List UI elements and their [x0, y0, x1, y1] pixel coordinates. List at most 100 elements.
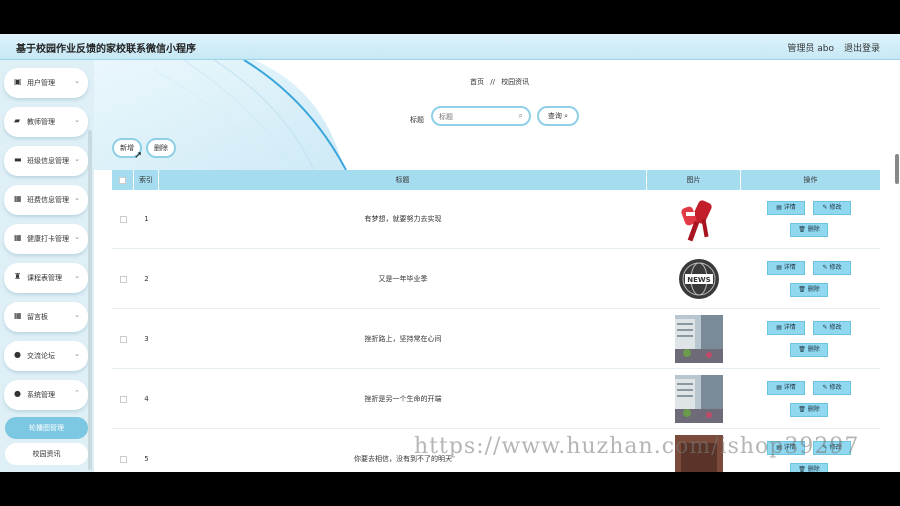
sidebar-item-fees[interactable]: ▦ 班费信息管理 ⌄ — [4, 185, 88, 215]
row-index: 1 — [144, 215, 149, 223]
row-checkbox[interactable] — [112, 190, 134, 249]
detail-button[interactable]: ▤ 详情 — [767, 261, 805, 275]
teacher-icon: ▰ — [14, 116, 21, 125]
chevron-down-icon: ⌃ — [74, 389, 80, 397]
edit-button[interactable]: ✎ 修改 — [813, 381, 851, 395]
sidebar-item-label: 系统管理 — [27, 391, 55, 399]
edit-label: 修改 — [829, 204, 842, 211]
sidebar-subitem-news[interactable]: 校园资讯 — [5, 443, 88, 465]
trash-icon: 🗑 — [798, 226, 806, 233]
person-icon: ● — [14, 389, 21, 398]
detail-button[interactable]: ▤ 详情 — [767, 321, 805, 335]
detail-button[interactable]: ▤ 详情 — [767, 201, 805, 215]
row-checkbox[interactable] — [112, 310, 134, 369]
row-checkbox[interactable] — [112, 370, 134, 429]
svg-text:NEWS: NEWS — [687, 276, 710, 284]
edit-button[interactable]: ✎ 修改 — [813, 201, 851, 215]
delete-button[interactable]: 🗑 删除 — [790, 403, 828, 417]
delete-label: 删除 — [807, 406, 820, 413]
breadcrumb-separator: // — [490, 78, 495, 86]
trash-icon: 🗑 — [798, 346, 806, 353]
delete-button[interactable]: 🗑 删除 — [790, 283, 828, 297]
chevron-down-icon: ⌄ — [74, 116, 80, 124]
sidebar-item-system[interactable]: ● 系统管理 ⌃ — [4, 380, 88, 410]
sidebar-item-forum[interactable]: ● 交流论坛 ⌄ — [4, 341, 88, 371]
column-header-index: 索引 — [134, 170, 159, 190]
document-icon: ▤ — [776, 204, 782, 211]
app-window: 基于校园作业反馈的家校联系微信小程序 管理员 abo 退出登录 ▣ 用户管理 ⌄… — [0, 34, 900, 472]
row-checkbox[interactable] — [112, 430, 134, 472]
breadcrumb-current: 校园资讯 — [501, 78, 530, 86]
edit-button[interactable]: ✎ 修改 — [813, 321, 851, 335]
detail-label: 详情 — [783, 324, 796, 331]
sidebar-item-users[interactable]: ▣ 用户管理 ⌄ — [4, 68, 88, 98]
document-icon: ▤ — [776, 324, 782, 331]
search-field[interactable]: ⌕ — [431, 106, 531, 126]
campus-building-image — [675, 315, 723, 363]
chevron-down-icon: ⌄ — [74, 272, 80, 280]
column-header-image: 图片 — [647, 170, 741, 190]
delete-button[interactable]: 🗑 删除 — [790, 463, 828, 472]
edit-button[interactable]: ✎ 修改 — [813, 261, 851, 275]
pencil-icon: ✎ — [822, 204, 828, 211]
column-header-title: 标题 — [159, 170, 647, 190]
query-button[interactable]: 查询 ⌕ — [537, 106, 579, 126]
delete-label: 删除 — [807, 466, 820, 472]
sidebar: ▣ 用户管理 ⌄ ▰ 教师管理 ⌄ ▬ 班级信息管理 ⌄ ▦ 班费信息管理 ⌄ … — [0, 60, 94, 472]
sidebar-item-label: 班费信息管理 — [27, 196, 69, 204]
chevron-down-icon: ⌄ — [74, 311, 80, 319]
row-checkbox[interactable] — [112, 250, 134, 309]
campus-building-image — [675, 375, 723, 423]
delete-label: 删除 — [807, 226, 820, 233]
detail-label: 详情 — [783, 204, 796, 211]
table-row: 3 挫折路上，坚持常在心间 ▤ 详情 ✎ 修改 🗑 删除 — [112, 310, 880, 369]
app-title: 基于校园作业反馈的家校联系微信小程序 — [16, 44, 196, 55]
sidebar-subitem-carousel[interactable]: 轮播图管理 — [5, 417, 88, 439]
trash-icon: 🗑 — [798, 286, 806, 293]
watermark-text: https://www.huzhan.com/ishop39297 — [414, 434, 860, 459]
sidebar-item-schedule[interactable]: ♜ 课程表管理 ⌄ — [4, 263, 88, 293]
search-input[interactable] — [439, 111, 515, 123]
batch-delete-button[interactable]: 删除 — [146, 138, 176, 158]
mouse-cursor-icon: ➚ — [134, 150, 143, 161]
row-title: 挫折路上，坚持常在心间 — [364, 335, 442, 343]
detail-button[interactable]: ▤ 详情 — [767, 381, 805, 395]
edit-label: 修改 — [829, 384, 842, 391]
chevron-down-icon: ⌄ — [74, 350, 80, 358]
delete-button[interactable]: 🗑 删除 — [790, 343, 828, 357]
news-globe-image: NEWS — [679, 259, 719, 299]
sidebar-item-teachers[interactable]: ▰ 教师管理 ⌄ — [4, 107, 88, 137]
delete-button[interactable]: 🗑 删除 — [790, 223, 828, 237]
row-title: 又是一年毕业季 — [378, 275, 428, 283]
delete-label: 删除 — [807, 286, 820, 293]
sidebar-item-label: 班级信息管理 — [27, 157, 69, 165]
query-button-label: 查询 — [547, 112, 562, 120]
sidebar-item-label: 课程表管理 — [27, 274, 62, 282]
document-icon: ▤ — [776, 264, 782, 271]
grid-icon: ▦ — [14, 233, 22, 242]
logout-link[interactable]: 退出登录 — [844, 41, 880, 54]
sidebar-item-label: 留言板 — [27, 313, 48, 321]
current-user[interactable]: 管理员 abo — [787, 41, 834, 54]
sidebar-item-label: 交流论坛 — [27, 352, 55, 360]
row-index: 3 — [144, 335, 149, 343]
briefcase-icon: ▬ — [14, 155, 22, 164]
table-row: 2 又是一年毕业季 NEWS ▤ 详情 ✎ 修改 🗑 删除 — [112, 250, 880, 309]
table-row: 4 挫折是另一个生命的开端 ▤ 详情 ✎ 修改 🗑 删除 — [112, 370, 880, 429]
edit-label: 修改 — [829, 324, 842, 331]
trophy-icon: ♜ — [14, 272, 22, 281]
sidebar-item-label: 用户管理 — [27, 79, 55, 87]
person-icon: ● — [14, 350, 21, 359]
sidebar-item-classes[interactable]: ▬ 班级信息管理 ⌄ — [4, 146, 88, 176]
sidebar-item-label: 健康打卡管理 — [27, 235, 69, 243]
page-scrollbar[interactable] — [895, 154, 899, 184]
sidebar-item-messages[interactable]: ▦ 留言板 ⌄ — [4, 302, 88, 332]
trash-icon: 🗑 — [798, 406, 806, 413]
select-all-checkbox[interactable] — [112, 170, 134, 190]
main-content: 首页 // 校园资讯 标题 ⌕ 查询 ⌕ 新增 删除 ➚ 索引 标题 图片 操作 — [94, 60, 894, 472]
table-header: 索引 标题 图片 操作 — [112, 170, 880, 190]
sidebar-scrollbar[interactable] — [88, 130, 92, 470]
breadcrumb-home[interactable]: 首页 — [470, 78, 484, 86]
edit-label: 修改 — [829, 264, 842, 271]
sidebar-item-health[interactable]: ▦ 健康打卡管理 ⌄ — [4, 224, 88, 254]
